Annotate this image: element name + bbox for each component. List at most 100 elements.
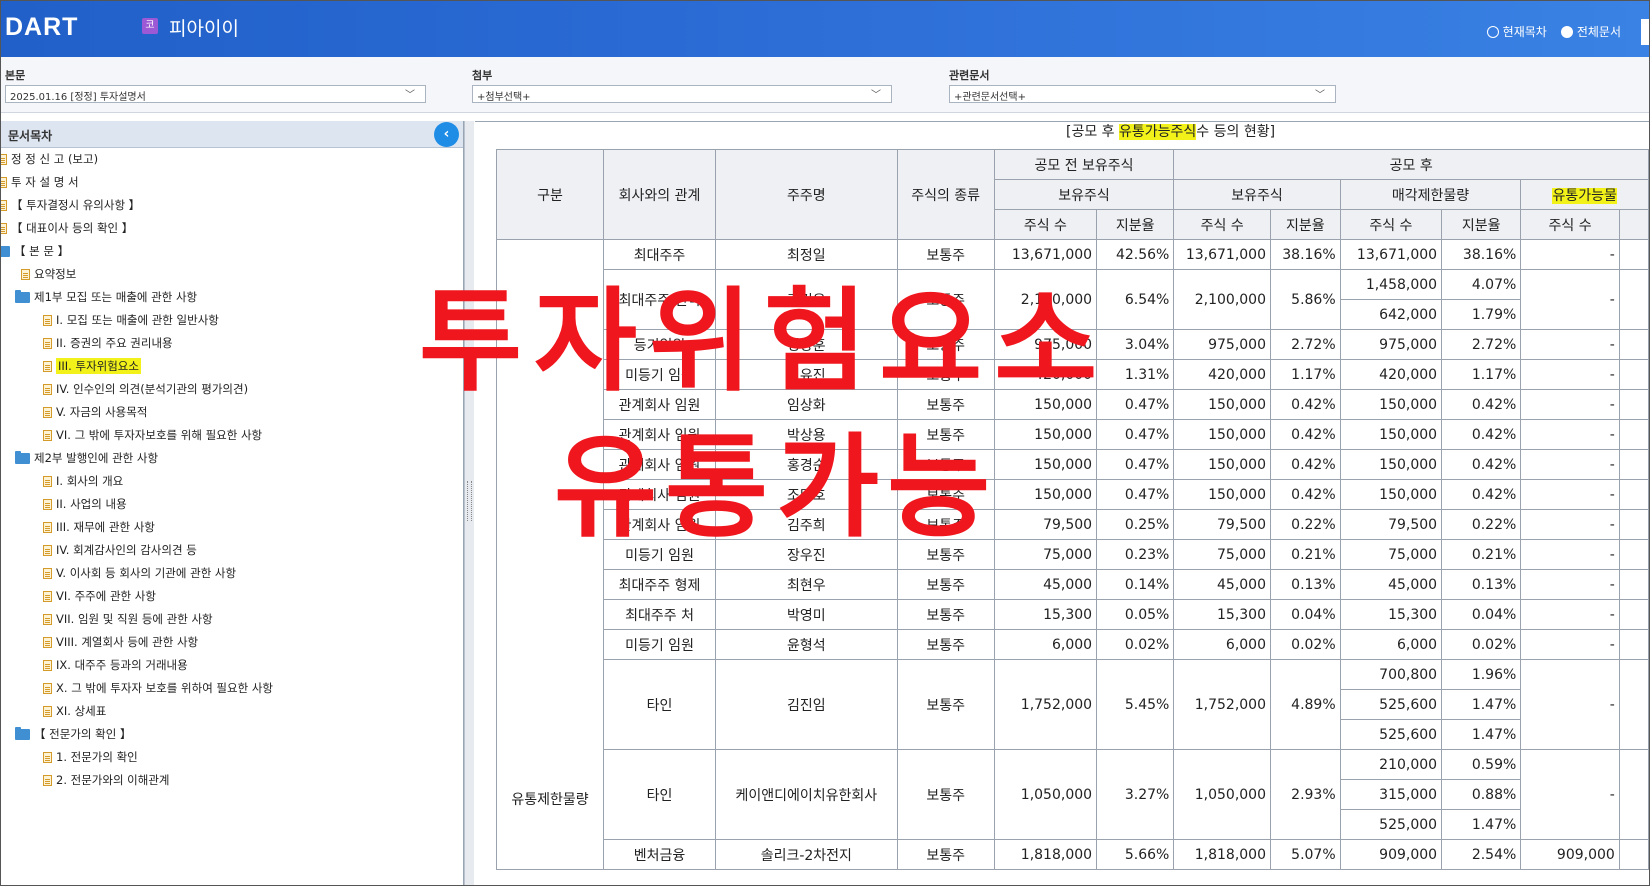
col-shares: 주식 수 xyxy=(1520,209,1620,240)
main-doc-group: 본문 2025.01.16 [정정] 투자설명서 ﹀ xyxy=(5,67,426,103)
lockup-ratio-cell: 1.96% xyxy=(1441,659,1522,690)
relation-cell: 관계회사 임원 xyxy=(603,509,717,540)
lockup-ratio-cell: 1.79% xyxy=(1441,299,1522,330)
toc-item[interactable]: 【 투자결정시 유의사항 】 xyxy=(1,196,140,214)
toc-item[interactable]: XI. 상세표 xyxy=(43,702,106,720)
tradable-ratio-cell xyxy=(1618,749,1649,840)
document-icon xyxy=(43,636,52,648)
toc-folder[interactable]: 제1부 모집 또는 매출에 관한 사항 xyxy=(15,288,197,306)
toc-folder[interactable]: 제2부 발행인에 관한 사항 xyxy=(15,449,158,467)
toc-item[interactable]: VIII. 계열회사 등에 관한 사항 xyxy=(43,633,198,651)
relation-cell: 최대주주 형제 xyxy=(603,569,717,600)
toc-item[interactable]: 투 자 설 명 서 xyxy=(1,173,79,191)
toc-item-selected[interactable]: III. 투자위험요소 xyxy=(43,357,141,375)
relation-cell: 최대주주 xyxy=(603,239,717,270)
collapse-sidebar-button[interactable]: ‹ xyxy=(434,122,459,147)
splitter-grip[interactable] xyxy=(467,481,472,521)
sidebar-splitter[interactable] xyxy=(464,121,474,885)
radio-icon[interactable] xyxy=(1560,25,1573,38)
lockup-shares-cell: 45,000 xyxy=(1339,569,1443,600)
lockup-shares-cell: 909,000 xyxy=(1339,839,1443,870)
lockup-shares-cell: 79,500 xyxy=(1339,509,1443,540)
lockup-shares-cell: 642,000 xyxy=(1339,299,1443,330)
toc-item[interactable]: X. 그 밖에 투자자 보호를 위하여 필요한 사항 xyxy=(43,679,273,697)
document-icon xyxy=(43,337,52,349)
pre-shares-cell: 150,000 xyxy=(993,479,1098,510)
toc-item-label: VIII. 계열회사 등에 관한 사항 xyxy=(56,635,199,649)
toc-item[interactable]: II. 증권의 주요 권리내용 xyxy=(43,334,173,352)
toc-folder[interactable]: 【 본 문 】 xyxy=(1,242,69,260)
col-held-post: 보유주식 xyxy=(1173,179,1341,210)
post-ratio-cell: 2.72% xyxy=(1270,329,1341,360)
toc-item[interactable]: I. 회사의 개요 xyxy=(43,472,123,490)
toc-item-label: V. 자금의 사용목적 xyxy=(56,405,148,419)
top-bar: DART 코 피아이이 현재목차 전체문서 xyxy=(1,1,1649,57)
post-shares-cell: 79,500 xyxy=(1173,509,1271,540)
toc-item[interactable]: 2. 전문가와의 이해관계 xyxy=(43,771,170,789)
toc-item[interactable]: VI. 주주에 관한 사항 xyxy=(43,587,156,605)
lockup-ratio-cell: 0.04% xyxy=(1441,599,1522,630)
col-pre-offering: 공모 전 보유주식 xyxy=(993,149,1175,180)
toc-item-label: V. 이사회 등 회사의 기관에 관한 사항 xyxy=(56,566,237,580)
pre-shares-cell: 15,300 xyxy=(993,599,1098,630)
document-icon xyxy=(21,268,30,280)
tradable-shares-cell: - xyxy=(1520,569,1620,600)
attach-select[interactable]: +첨부선택+ ﹀ xyxy=(472,85,892,103)
pre-shares-cell: 45,000 xyxy=(993,569,1098,600)
relation-cell: 미등기 임원 xyxy=(603,359,717,390)
post-ratio-cell: 0.13% xyxy=(1270,569,1341,600)
tradable-shares-cell: - xyxy=(1520,509,1620,540)
post-ratio-cell: 5.07% xyxy=(1270,839,1341,870)
toc-item-label: II. 사업의 내용 xyxy=(56,497,127,511)
toc-item-label: XI. 상세표 xyxy=(56,704,107,718)
table-row: 관계회사 임원 조민호 보통주 150,000 0.47% 150,000 0.42% 150… xyxy=(497,479,1649,510)
tradable-ratio-cell xyxy=(1618,539,1649,570)
toc-item[interactable]: 1. 전문가의 확인 xyxy=(43,748,138,766)
tradable-shares-cell: - xyxy=(1520,419,1620,450)
toc-item[interactable]: V. 자금의 사용목적 xyxy=(43,403,147,421)
main-doc-select[interactable]: 2025.01.16 [정정] 투자설명서 ﹀ xyxy=(5,85,426,103)
table-row: 벤처금융 솔리크-2차전지 보통주 1,818,000 5.66% 1,818,000 5.… xyxy=(497,839,1649,870)
lockup-shares-cell: 700,800 xyxy=(1339,659,1443,690)
pre-shares-cell: 150,000 xyxy=(993,449,1098,480)
pre-ratio-cell: 0.47% xyxy=(1096,449,1175,480)
pre-ratio-cell: 5.66% xyxy=(1096,839,1175,870)
col-post-offering: 공모 후 xyxy=(1173,149,1649,180)
toc-item[interactable]: IX. 대주주 등과의 거래내용 xyxy=(43,656,188,674)
lockup-ratio-cell: 0.42% xyxy=(1441,449,1522,480)
tradable-shares-cell: - xyxy=(1520,329,1620,360)
document-icon xyxy=(43,751,52,763)
pre-shares-cell: 13,671,000 xyxy=(993,239,1098,270)
toc-item[interactable]: V. 이사회 등 회사의 기관에 관한 사항 xyxy=(43,564,236,582)
post-ratio-cell: 2.93% xyxy=(1270,749,1341,840)
lockup-ratio-cell: 4.07% xyxy=(1441,269,1522,300)
stock-type-cell: 보통주 xyxy=(896,479,995,510)
table-row: 미등기 임원 이유진 보통주 420,000 1.31% 420,000 1.17% 420,… xyxy=(497,359,1649,390)
toc-folder[interactable]: 【 전문가의 확인 】 xyxy=(15,725,131,743)
view-option-current[interactable]: 현재목차 xyxy=(1486,23,1547,40)
related-select[interactable]: +관련문서선택+ ﹀ xyxy=(949,85,1336,103)
lockup-shares-cell: 525,000 xyxy=(1339,809,1443,840)
toc-item[interactable]: III. 재무에 관한 사항 xyxy=(43,518,155,536)
stock-type-cell: 보통주 xyxy=(896,359,995,390)
dart-logo[interactable]: DART xyxy=(5,13,78,42)
toc-sidebar: 문서목차 ‹ 정 정 신 고 (보고) 투 자 설 명 서 【 투자결정시 유의… xyxy=(1,121,464,885)
toc-item[interactable]: 【 대표이사 등의 확인 】 xyxy=(1,219,133,237)
toc-item[interactable]: II. 사업의 내용 xyxy=(43,495,127,513)
post-ratio-cell: 0.42% xyxy=(1270,449,1341,480)
toc-item[interactable]: 요약정보 xyxy=(21,265,76,283)
view-option-label: 전체문서 xyxy=(1576,25,1621,39)
toc-item[interactable]: IV. 인수인의 의견(분석기관의 평가의견) xyxy=(43,380,248,398)
toc-item[interactable]: 정 정 신 고 (보고) xyxy=(1,150,98,168)
document-icon xyxy=(43,360,52,372)
toc-item[interactable]: VI. 그 밖에 투자자보호를 위해 필요한 사항 xyxy=(43,426,262,444)
col-tradable: 유통가능물 xyxy=(1520,179,1649,210)
radio-icon[interactable] xyxy=(1486,25,1499,38)
toc-item[interactable]: I. 모집 또는 매출에 관한 일반사항 xyxy=(43,311,219,329)
related-value: +관련문서선택+ xyxy=(954,92,1026,103)
toc-item[interactable]: IV. 회계감사인의 감사의견 등 xyxy=(43,541,197,559)
view-options: 현재목차 전체문서 xyxy=(1486,23,1621,40)
document-icon xyxy=(1,222,7,234)
toc-item[interactable]: VII. 임원 및 직원 등에 관한 사항 xyxy=(43,610,213,628)
view-option-all[interactable]: 전체문서 xyxy=(1560,23,1621,40)
